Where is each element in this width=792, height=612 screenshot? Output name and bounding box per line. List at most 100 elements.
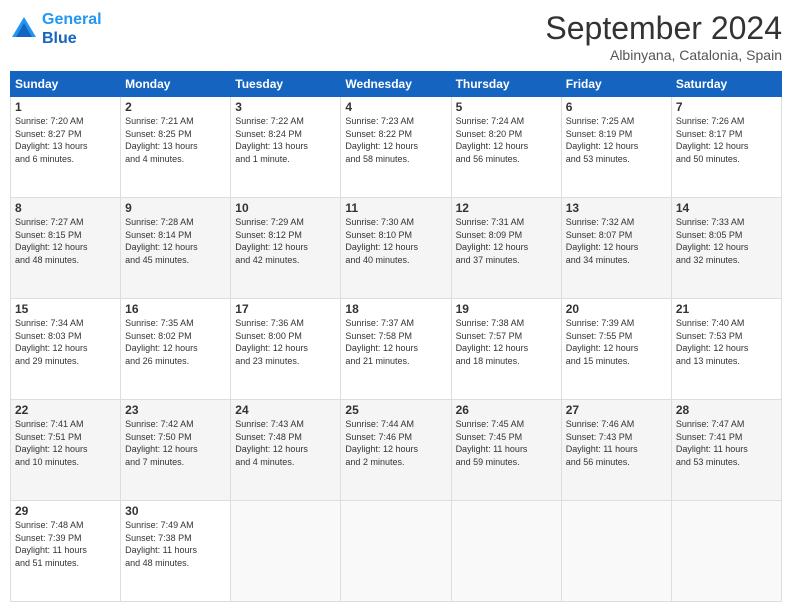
day-cell: 5Sunrise: 7:24 AM Sunset: 8:20 PM Daylig…: [451, 97, 561, 198]
day-info: Sunrise: 7:23 AM Sunset: 8:22 PM Dayligh…: [345, 115, 446, 165]
day-cell: 23Sunrise: 7:42 AM Sunset: 7:50 PM Dayli…: [121, 400, 231, 501]
day-info: Sunrise: 7:41 AM Sunset: 7:51 PM Dayligh…: [15, 418, 116, 468]
week-row-1: 1Sunrise: 7:20 AM Sunset: 8:27 PM Daylig…: [11, 97, 782, 198]
day-cell: 19Sunrise: 7:38 AM Sunset: 7:57 PM Dayli…: [451, 299, 561, 400]
day-cell: 2Sunrise: 7:21 AM Sunset: 8:25 PM Daylig…: [121, 97, 231, 198]
day-number: 1: [15, 100, 116, 114]
day-info: Sunrise: 7:32 AM Sunset: 8:07 PM Dayligh…: [566, 216, 667, 266]
day-cell: 27Sunrise: 7:46 AM Sunset: 7:43 PM Dayli…: [561, 400, 671, 501]
day-number: 5: [456, 100, 557, 114]
week-row-3: 15Sunrise: 7:34 AM Sunset: 8:03 PM Dayli…: [11, 299, 782, 400]
day-number: 29: [15, 504, 116, 518]
day-cell: 25Sunrise: 7:44 AM Sunset: 7:46 PM Dayli…: [341, 400, 451, 501]
location: Albinyana, Catalonia, Spain: [545, 47, 782, 63]
day-info: Sunrise: 7:35 AM Sunset: 8:02 PM Dayligh…: [125, 317, 226, 367]
day-info: Sunrise: 7:48 AM Sunset: 7:39 PM Dayligh…: [15, 519, 116, 569]
day-number: 14: [676, 201, 777, 215]
day-cell: 9Sunrise: 7:28 AM Sunset: 8:14 PM Daylig…: [121, 198, 231, 299]
day-cell: 6Sunrise: 7:25 AM Sunset: 8:19 PM Daylig…: [561, 97, 671, 198]
day-cell: 3Sunrise: 7:22 AM Sunset: 8:24 PM Daylig…: [231, 97, 341, 198]
day-cell: [341, 501, 451, 602]
day-number: 24: [235, 403, 336, 417]
day-cell: 28Sunrise: 7:47 AM Sunset: 7:41 PM Dayli…: [671, 400, 781, 501]
day-info: Sunrise: 7:31 AM Sunset: 8:09 PM Dayligh…: [456, 216, 557, 266]
day-info: Sunrise: 7:26 AM Sunset: 8:17 PM Dayligh…: [676, 115, 777, 165]
day-info: Sunrise: 7:33 AM Sunset: 8:05 PM Dayligh…: [676, 216, 777, 266]
day-number: 25: [345, 403, 446, 417]
day-number: 22: [15, 403, 116, 417]
day-cell: 12Sunrise: 7:31 AM Sunset: 8:09 PM Dayli…: [451, 198, 561, 299]
weekday-header-friday: Friday: [561, 72, 671, 97]
header: General Blue September 2024 Albinyana, C…: [10, 10, 782, 63]
day-info: Sunrise: 7:27 AM Sunset: 8:15 PM Dayligh…: [15, 216, 116, 266]
day-info: Sunrise: 7:28 AM Sunset: 8:14 PM Dayligh…: [125, 216, 226, 266]
day-number: 11: [345, 201, 446, 215]
day-info: Sunrise: 7:45 AM Sunset: 7:45 PM Dayligh…: [456, 418, 557, 468]
weekday-header-monday: Monday: [121, 72, 231, 97]
weekday-header-thursday: Thursday: [451, 72, 561, 97]
logo-text: General Blue: [42, 10, 102, 48]
day-number: 6: [566, 100, 667, 114]
weekday-header-tuesday: Tuesday: [231, 72, 341, 97]
day-cell: 20Sunrise: 7:39 AM Sunset: 7:55 PM Dayli…: [561, 299, 671, 400]
day-cell: 16Sunrise: 7:35 AM Sunset: 8:02 PM Dayli…: [121, 299, 231, 400]
day-number: 17: [235, 302, 336, 316]
month-title: September 2024: [545, 10, 782, 47]
day-info: Sunrise: 7:40 AM Sunset: 7:53 PM Dayligh…: [676, 317, 777, 367]
day-cell: 22Sunrise: 7:41 AM Sunset: 7:51 PM Dayli…: [11, 400, 121, 501]
day-info: Sunrise: 7:38 AM Sunset: 7:57 PM Dayligh…: [456, 317, 557, 367]
day-number: 4: [345, 100, 446, 114]
day-info: Sunrise: 7:39 AM Sunset: 7:55 PM Dayligh…: [566, 317, 667, 367]
day-cell: 30Sunrise: 7:49 AM Sunset: 7:38 PM Dayli…: [121, 501, 231, 602]
day-info: Sunrise: 7:46 AM Sunset: 7:43 PM Dayligh…: [566, 418, 667, 468]
day-info: Sunrise: 7:43 AM Sunset: 7:48 PM Dayligh…: [235, 418, 336, 468]
title-block: September 2024 Albinyana, Catalonia, Spa…: [545, 10, 782, 63]
day-number: 13: [566, 201, 667, 215]
week-row-4: 22Sunrise: 7:41 AM Sunset: 7:51 PM Dayli…: [11, 400, 782, 501]
day-cell: 21Sunrise: 7:40 AM Sunset: 7:53 PM Dayli…: [671, 299, 781, 400]
day-number: 30: [125, 504, 226, 518]
day-info: Sunrise: 7:42 AM Sunset: 7:50 PM Dayligh…: [125, 418, 226, 468]
day-cell: 18Sunrise: 7:37 AM Sunset: 7:58 PM Dayli…: [341, 299, 451, 400]
day-number: 10: [235, 201, 336, 215]
day-number: 28: [676, 403, 777, 417]
day-number: 21: [676, 302, 777, 316]
day-cell: 17Sunrise: 7:36 AM Sunset: 8:00 PM Dayli…: [231, 299, 341, 400]
day-cell: [561, 501, 671, 602]
day-cell: 4Sunrise: 7:23 AM Sunset: 8:22 PM Daylig…: [341, 97, 451, 198]
weekday-header-saturday: Saturday: [671, 72, 781, 97]
day-info: Sunrise: 7:30 AM Sunset: 8:10 PM Dayligh…: [345, 216, 446, 266]
day-info: Sunrise: 7:24 AM Sunset: 8:20 PM Dayligh…: [456, 115, 557, 165]
day-cell: [451, 501, 561, 602]
day-number: 7: [676, 100, 777, 114]
day-cell: 26Sunrise: 7:45 AM Sunset: 7:45 PM Dayli…: [451, 400, 561, 501]
day-number: 23: [125, 403, 226, 417]
week-row-2: 8Sunrise: 7:27 AM Sunset: 8:15 PM Daylig…: [11, 198, 782, 299]
day-info: Sunrise: 7:29 AM Sunset: 8:12 PM Dayligh…: [235, 216, 336, 266]
day-number: 8: [15, 201, 116, 215]
day-number: 2: [125, 100, 226, 114]
page: General Blue September 2024 Albinyana, C…: [0, 0, 792, 612]
day-info: Sunrise: 7:25 AM Sunset: 8:19 PM Dayligh…: [566, 115, 667, 165]
day-info: Sunrise: 7:21 AM Sunset: 8:25 PM Dayligh…: [125, 115, 226, 165]
weekday-header-sunday: Sunday: [11, 72, 121, 97]
day-number: 18: [345, 302, 446, 316]
day-cell: 29Sunrise: 7:48 AM Sunset: 7:39 PM Dayli…: [11, 501, 121, 602]
day-info: Sunrise: 7:44 AM Sunset: 7:46 PM Dayligh…: [345, 418, 446, 468]
day-number: 16: [125, 302, 226, 316]
day-cell: [671, 501, 781, 602]
day-cell: 14Sunrise: 7:33 AM Sunset: 8:05 PM Dayli…: [671, 198, 781, 299]
day-number: 19: [456, 302, 557, 316]
logo: General Blue: [10, 10, 102, 48]
day-info: Sunrise: 7:20 AM Sunset: 8:27 PM Dayligh…: [15, 115, 116, 165]
day-number: 20: [566, 302, 667, 316]
day-info: Sunrise: 7:36 AM Sunset: 8:00 PM Dayligh…: [235, 317, 336, 367]
day-cell: 11Sunrise: 7:30 AM Sunset: 8:10 PM Dayli…: [341, 198, 451, 299]
weekday-header-wednesday: Wednesday: [341, 72, 451, 97]
day-info: Sunrise: 7:22 AM Sunset: 8:24 PM Dayligh…: [235, 115, 336, 165]
day-info: Sunrise: 7:47 AM Sunset: 7:41 PM Dayligh…: [676, 418, 777, 468]
day-cell: 15Sunrise: 7:34 AM Sunset: 8:03 PM Dayli…: [11, 299, 121, 400]
day-cell: 8Sunrise: 7:27 AM Sunset: 8:15 PM Daylig…: [11, 198, 121, 299]
day-info: Sunrise: 7:37 AM Sunset: 7:58 PM Dayligh…: [345, 317, 446, 367]
day-cell: 24Sunrise: 7:43 AM Sunset: 7:48 PM Dayli…: [231, 400, 341, 501]
